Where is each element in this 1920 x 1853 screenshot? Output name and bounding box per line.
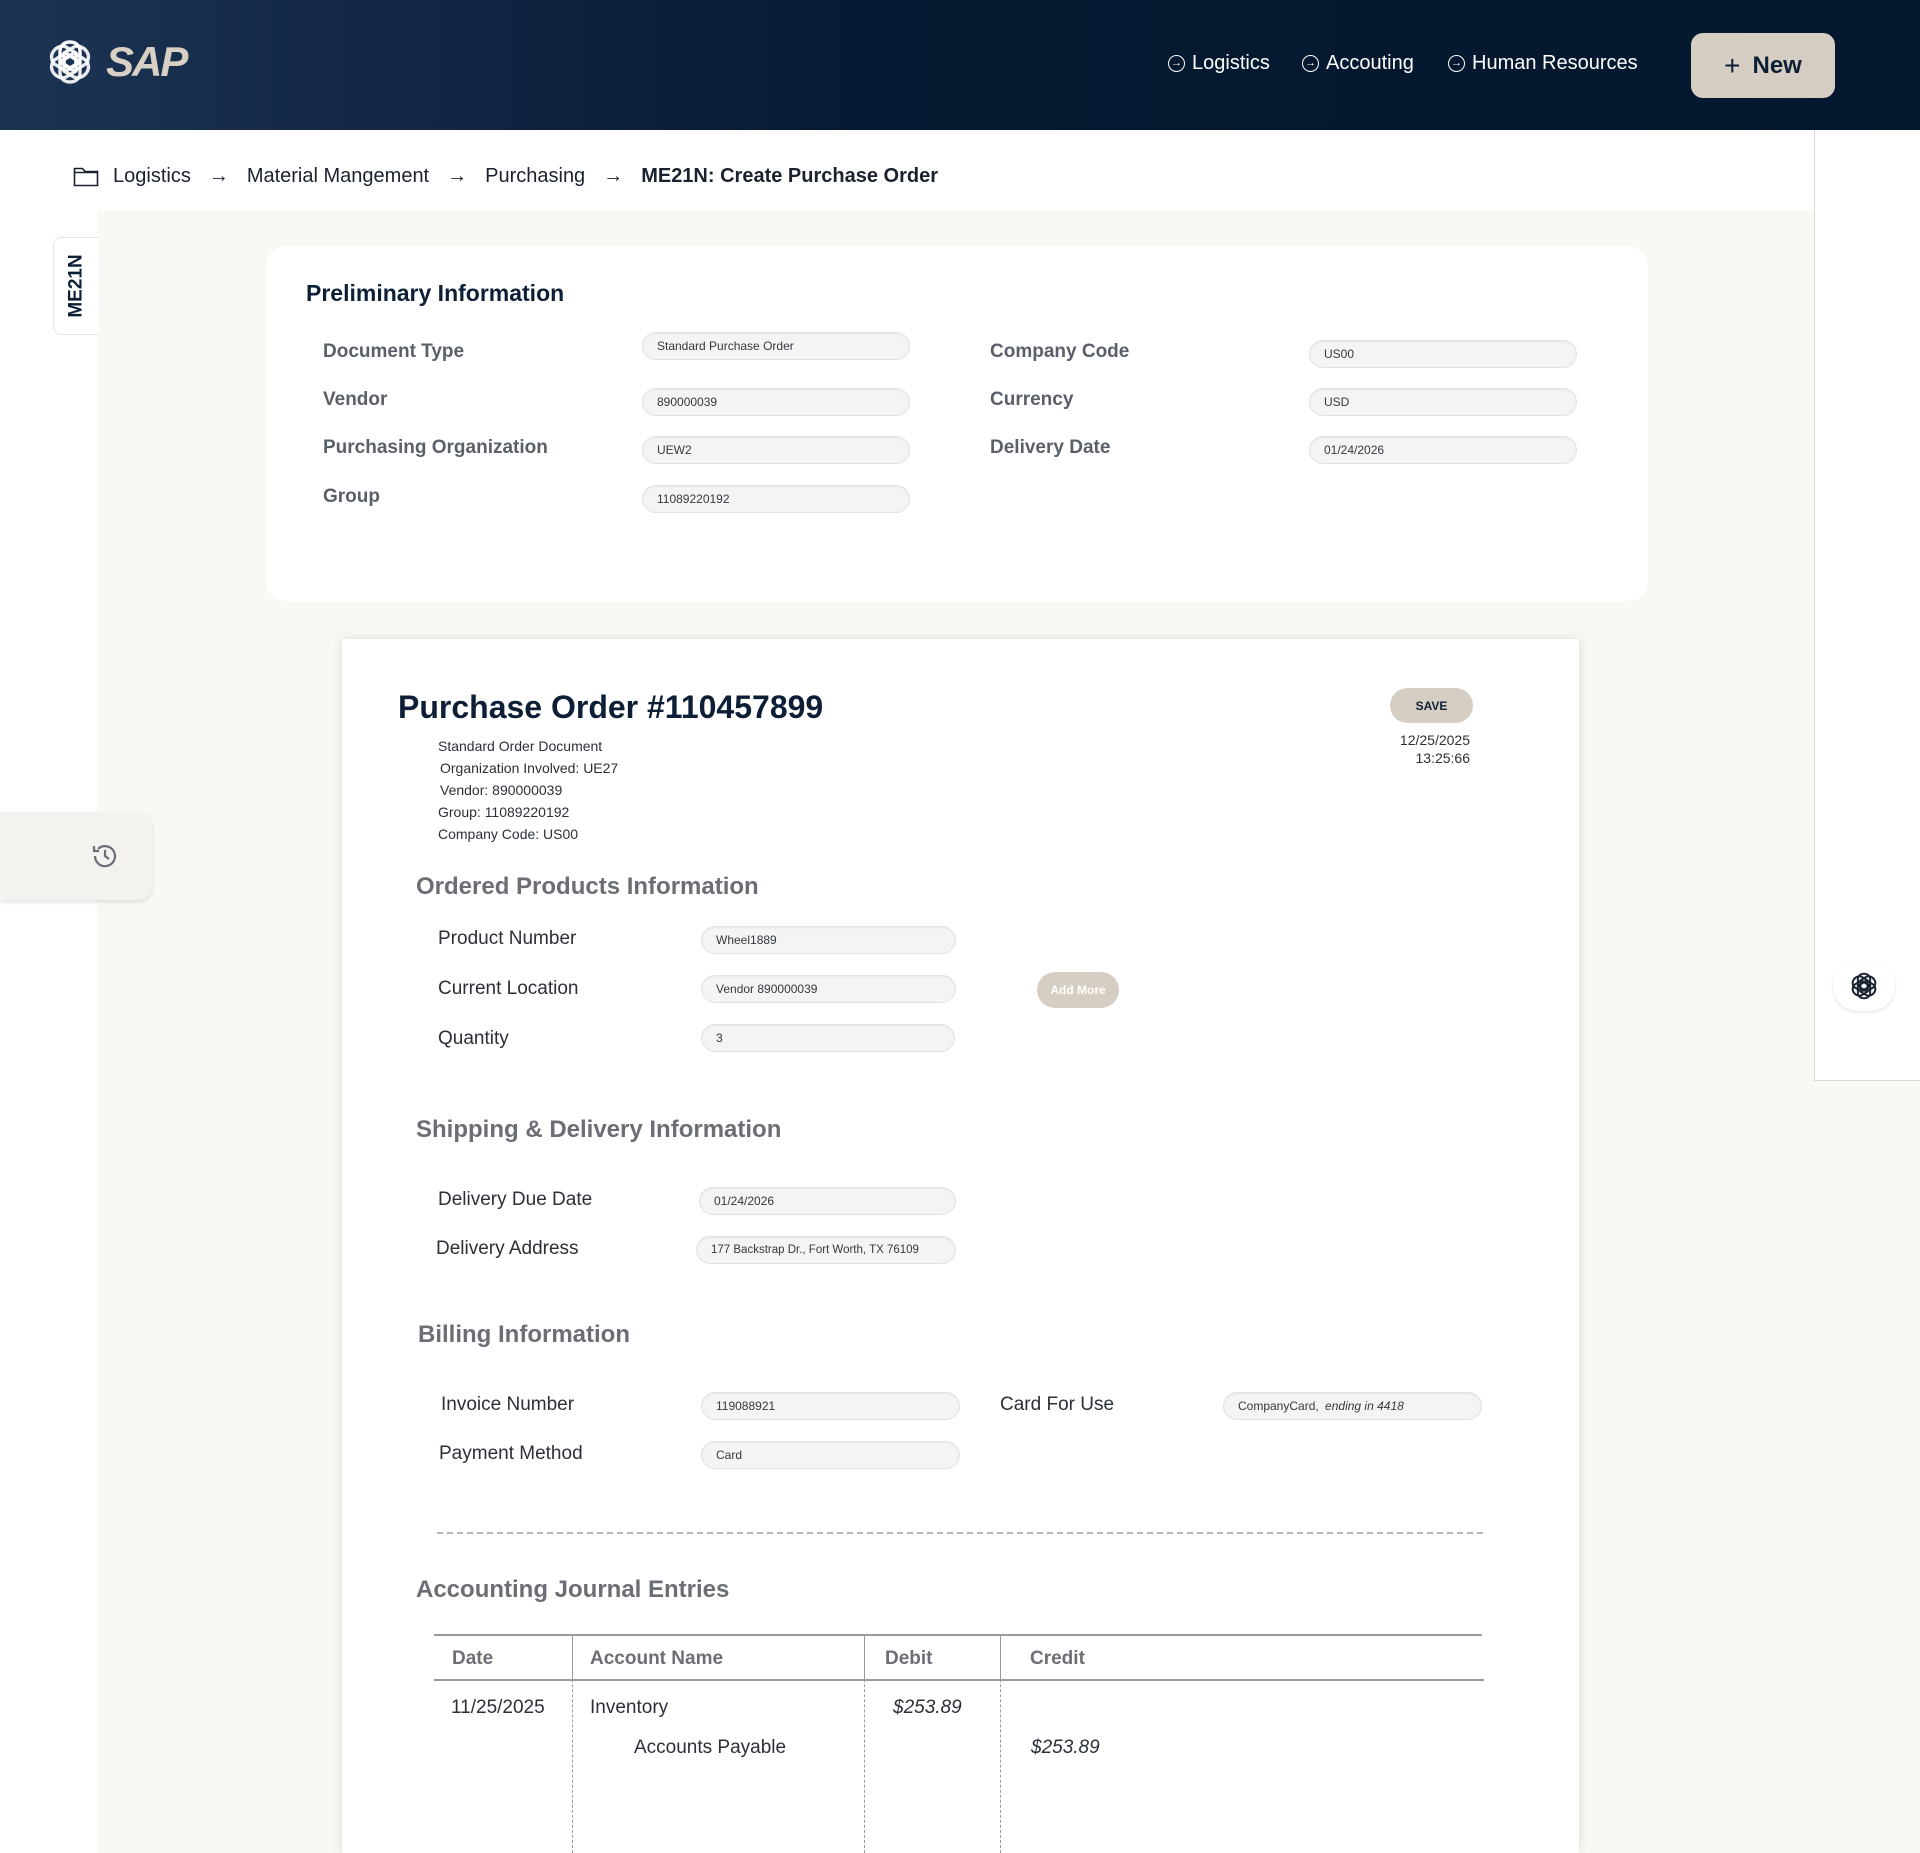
tab-me21n[interactable]: ME21N xyxy=(53,237,99,335)
product-number-field[interactable]: Wheel1889 xyxy=(701,926,956,954)
history-button[interactable] xyxy=(0,812,152,900)
add-more-button[interactable]: Add More xyxy=(1037,972,1119,1008)
column-divider xyxy=(864,1634,865,1680)
breadcrumb: Logistics → Material Mangement → Purchas… xyxy=(73,165,938,188)
nav-accounting-label: Accouting xyxy=(1326,52,1414,74)
group-label: Group xyxy=(323,486,380,507)
column-header-date: Date xyxy=(452,1648,494,1669)
preliminary-title: Preliminary Information xyxy=(306,280,565,306)
top-header: SAP → Logistics → Accouting → Human Reso… xyxy=(0,0,1920,130)
breadcrumb-purchasing[interactable]: Purchasing xyxy=(485,165,585,188)
brand-logo[interactable]: SAP xyxy=(44,36,188,88)
breadcrumb-current: ME21N: Create Purchase Order xyxy=(641,165,938,187)
group-field[interactable]: 11089220192 xyxy=(642,485,910,513)
arrow-right-icon: → xyxy=(208,165,229,187)
document-type-label: Document Type xyxy=(323,341,465,362)
purchasing-organization-field[interactable]: UEW2 xyxy=(642,436,910,464)
invoice-number-field[interactable]: 119088921 xyxy=(701,1392,960,1420)
delivery-due-date-field[interactable]: 01/24/2026 xyxy=(699,1187,956,1215)
arrow-circle-icon: → xyxy=(1302,55,1319,72)
company-code-label: Company Code xyxy=(990,341,1130,362)
nav-logistics-label: Logistics xyxy=(1192,52,1270,74)
journal-row-1-debit: $253.89 xyxy=(893,1697,962,1718)
nav-logistics[interactable]: → Logistics xyxy=(1168,52,1270,75)
column-divider xyxy=(572,1634,573,1680)
tab-me21n-label: ME21N xyxy=(65,254,87,318)
section-divider xyxy=(437,1532,1483,1534)
right-panel xyxy=(1814,130,1920,1081)
arrow-circle-icon: → xyxy=(1448,55,1465,72)
document-date: 12/25/2025 xyxy=(1399,732,1470,748)
purchase-order-document: Purchase Order #110457899 Standard Order… xyxy=(342,639,1579,1853)
journal-row-2-account: Accounts Payable xyxy=(634,1737,787,1758)
document-time: 13:25:66 xyxy=(1415,750,1471,766)
save-button[interactable]: SAVE xyxy=(1390,688,1473,723)
column-header-credit: Credit xyxy=(1030,1648,1085,1669)
assistant-button[interactable] xyxy=(1833,961,1895,1011)
card-for-use-label: Card For Use xyxy=(1000,1394,1115,1415)
arrow-right-icon: → xyxy=(603,165,624,187)
column-header-account-name: Account Name xyxy=(590,1648,724,1669)
card-name: CompanyCard, xyxy=(1238,1399,1323,1413)
nav-accounting[interactable]: → Accouting xyxy=(1302,52,1414,75)
delivery-address-field[interactable]: 177 Backstrap Dr., Fort Worth, TX 76109 xyxy=(696,1236,956,1264)
currency-label: Currency xyxy=(990,389,1074,410)
quantity-field[interactable]: 3 xyxy=(701,1024,955,1052)
journal-row-1-date: 11/25/2025 xyxy=(451,1697,545,1718)
current-location-field[interactable]: Vendor 890000039 xyxy=(701,975,956,1003)
meta-document-kind: Standard Order Document xyxy=(438,738,603,754)
product-number-label: Product Number xyxy=(438,928,577,949)
current-location-label: Current Location xyxy=(438,978,579,999)
vendor-field[interactable]: 890000039 xyxy=(642,388,910,416)
card-for-use-field[interactable]: CompanyCard, ending in 4418 xyxy=(1223,1392,1482,1420)
company-code-field[interactable]: US00 xyxy=(1309,340,1577,368)
nav-human-resources[interactable]: → Human Resources xyxy=(1448,52,1638,75)
meta-group: Group: 11089220192 xyxy=(438,804,570,820)
column-header-debit: Debit xyxy=(885,1648,933,1669)
purchasing-organization-label: Purchasing Organization xyxy=(323,437,548,458)
arrow-circle-icon: → xyxy=(1168,55,1185,72)
vendor-label: Vendor xyxy=(323,389,388,410)
journal-top-rule xyxy=(434,1634,1482,1636)
preliminary-card: Preliminary Information Document Type St… xyxy=(266,246,1648,601)
column-divider xyxy=(1000,1634,1001,1680)
openai-knot-icon xyxy=(49,40,91,84)
card-ending: ending in 4418 xyxy=(1325,1399,1404,1413)
ordered-products-title: Ordered Products Information xyxy=(416,873,759,900)
journal-title: Accounting Journal Entries xyxy=(416,1576,730,1603)
purchase-order-title: Purchase Order #110457899 xyxy=(398,689,824,725)
journal-header-rule xyxy=(434,1679,1484,1681)
assistant-icon xyxy=(1851,972,1877,1000)
folder-icon xyxy=(73,167,99,187)
document-type-field[interactable]: Standard Purchase Order xyxy=(642,332,910,360)
brand-name: SAP xyxy=(106,38,188,85)
breadcrumb-material-management[interactable]: Material Mangement xyxy=(247,165,429,188)
journal-row-1-account: Inventory xyxy=(590,1697,669,1718)
nav-human-resources-label: Human Resources xyxy=(1472,52,1638,74)
new-button-label: New xyxy=(1752,51,1802,79)
quantity-label: Quantity xyxy=(438,1028,509,1049)
delivery-date-field[interactable]: 01/24/2026 xyxy=(1309,436,1577,464)
meta-vendor: Vendor: 890000039 xyxy=(440,782,563,798)
history-icon xyxy=(92,845,117,868)
shipping-title: Shipping & Delivery Information xyxy=(416,1116,782,1143)
right-panel-lower xyxy=(1814,1081,1920,1853)
delivery-address-label: Delivery Address xyxy=(436,1238,579,1259)
billing-title: Billing Information xyxy=(418,1321,630,1348)
meta-company-code: Company Code: US00 xyxy=(438,826,579,842)
delivery-due-date-label: Delivery Due Date xyxy=(438,1189,593,1210)
plus-icon: + xyxy=(1724,49,1741,81)
invoice-number-label: Invoice Number xyxy=(441,1394,575,1415)
delivery-date-label: Delivery Date xyxy=(990,437,1111,458)
meta-organization: Organization Involved: UE27 xyxy=(440,760,619,776)
arrow-right-icon: → xyxy=(447,165,468,187)
breadcrumb-logistics[interactable]: Logistics xyxy=(113,165,191,188)
payment-method-field[interactable]: Card xyxy=(701,1441,960,1469)
journal-row-2-credit: $253.89 xyxy=(1031,1737,1100,1758)
new-button[interactable]: + New xyxy=(1691,33,1835,98)
payment-method-label: Payment Method xyxy=(439,1443,583,1464)
currency-field[interactable]: USD xyxy=(1309,388,1577,416)
